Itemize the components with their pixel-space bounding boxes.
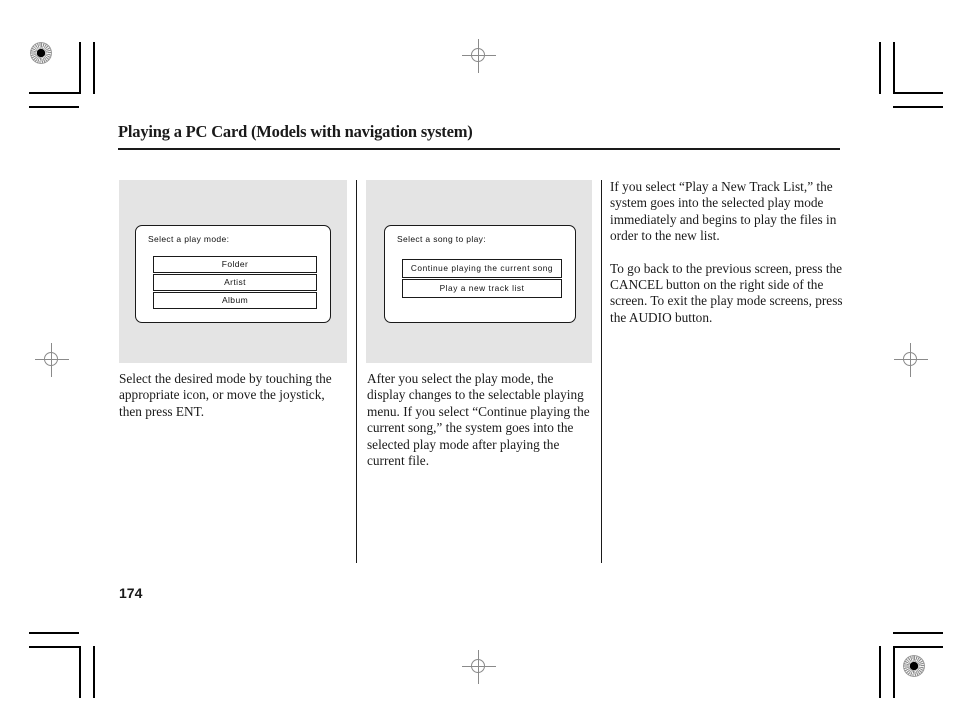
- crop-mark-top-right-horizontal: [893, 92, 943, 94]
- crop-mark-bottom-right-outer-vertical: [879, 646, 881, 698]
- screen-label-play-mode: Select a play mode:: [148, 234, 230, 244]
- body-column-left: Select the desired mode by touching the …: [119, 371, 347, 420]
- registration-mark-left-center: [35, 343, 69, 377]
- song-select-button-stack: Continue playing the current song Play a…: [402, 259, 562, 299]
- column-divider-left: [356, 180, 357, 563]
- crop-mark-bottom-right-vertical: [893, 646, 895, 698]
- crop-mark-top-left-rosette: [30, 42, 52, 64]
- crop-mark-bottom-right-rosette: [903, 655, 925, 677]
- play-mode-button-artist[interactable]: Artist: [153, 274, 317, 291]
- registration-mark-bottom-center: [462, 650, 496, 684]
- play-mode-button-folder[interactable]: Folder: [153, 256, 317, 273]
- body-paragraph: To go back to the previous screen, press…: [610, 260, 843, 325]
- crop-mark-bottom-left-outer-horizontal: [29, 632, 79, 634]
- nav-screen-play-mode: Select a play mode: Folder Artist Album: [135, 225, 331, 323]
- title-rule: [118, 148, 840, 150]
- page-number: 174: [119, 585, 143, 601]
- play-mode-button-album[interactable]: Album: [153, 292, 317, 309]
- body-column-right: If you select “Play a New Track List,” t…: [610, 179, 844, 326]
- crop-mark-bottom-left-horizontal: [29, 646, 79, 648]
- page-title: Playing a PC Card (Models with navigatio…: [118, 122, 473, 141]
- screen-label-song-select: Select a song to play:: [397, 234, 486, 244]
- crop-mark-bottom-right-outer-horizontal: [893, 632, 943, 634]
- figure-song-select: Select a song to play: Continue playing …: [366, 180, 592, 363]
- crop-mark-bottom-left-vertical: [79, 646, 81, 698]
- crop-mark-top-right-outer-horizontal: [893, 106, 943, 108]
- body-paragraph: Select the desired mode by touching the …: [119, 371, 332, 419]
- crop-mark-top-left-outer-horizontal: [29, 106, 79, 108]
- crop-mark-top-right-outer-vertical: [879, 42, 881, 94]
- crop-mark-bottom-left-outer-vertical: [93, 646, 95, 698]
- crop-mark-top-left-horizontal: [29, 92, 79, 94]
- crop-mark-top-left-outer-vertical: [93, 42, 95, 94]
- crop-mark-top-right-vertical: [893, 42, 895, 94]
- body-paragraph: After you select the play mode, the disp…: [367, 371, 590, 469]
- song-select-button-new-track-list[interactable]: Play a new track list: [402, 279, 562, 298]
- body-column-middle: After you select the play mode, the disp…: [367, 371, 591, 469]
- registration-mark-right-center: [894, 343, 928, 377]
- column-divider-right: [601, 180, 602, 563]
- song-select-button-continue-current[interactable]: Continue playing the current song: [402, 259, 562, 278]
- play-mode-button-stack: Folder Artist Album: [153, 256, 317, 310]
- nav-screen-song-select: Select a song to play: Continue playing …: [384, 225, 576, 323]
- crop-mark-bottom-right-horizontal: [893, 646, 943, 648]
- body-paragraph: If you select “Play a New Track List,” t…: [610, 179, 837, 244]
- figure-play-mode: Select a play mode: Folder Artist Album: [119, 180, 347, 363]
- registration-mark-top-center: [462, 39, 496, 73]
- crop-mark-top-left-vertical: [79, 42, 81, 94]
